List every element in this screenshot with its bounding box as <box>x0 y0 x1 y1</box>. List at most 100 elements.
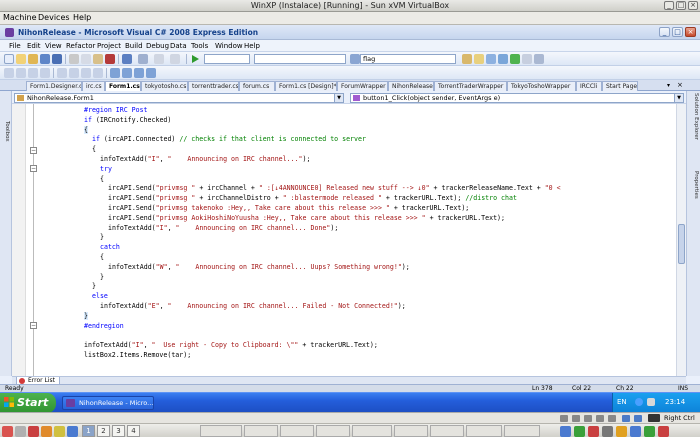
host-task-item[interactable] <box>394 425 428 437</box>
app-launcher-icon[interactable] <box>41 426 52 437</box>
language-indicator[interactable]: EN <box>617 398 627 406</box>
tray-icon[interactable] <box>602 426 613 437</box>
vs-maximize-button[interactable]: □ <box>672 27 683 37</box>
find-in-files-icon[interactable] <box>462 54 472 64</box>
host-task-item[interactable] <box>200 425 242 437</box>
app-launcher-icon[interactable] <box>28 426 39 437</box>
menu-help[interactable]: Help <box>244 42 260 50</box>
navigate-forward-icon[interactable] <box>170 54 180 64</box>
cut-icon[interactable] <box>69 54 79 64</box>
code-line[interactable]: { <box>84 125 88 135</box>
menu-data[interactable]: Data <box>170 42 187 50</box>
tray-icon[interactable] <box>588 426 599 437</box>
host-task-item[interactable] <box>244 425 278 437</box>
code-line[interactable]: { <box>100 175 104 184</box>
menu-edit[interactable]: Edit <box>27 42 41 50</box>
tray-icon[interactable] <box>644 426 655 437</box>
host-task-item[interactable] <box>352 425 392 437</box>
app-launcher-icon[interactable] <box>15 426 26 437</box>
code-line[interactable]: infoTextAdd("I", " Announcing on IRC cha… <box>100 155 310 164</box>
code-line[interactable]: catch <box>100 243 120 252</box>
navigate-backward-icon[interactable] <box>154 54 164 64</box>
uncomment-icon[interactable] <box>93 68 103 78</box>
find-icon[interactable] <box>350 54 360 64</box>
menu-debug[interactable]: Debug <box>146 42 169 50</box>
outline-collapse-icon[interactable]: − <box>30 147 37 154</box>
tray-icon[interactable] <box>574 426 585 437</box>
menu-refactor[interactable]: Refactor <box>66 42 95 50</box>
properties-tab[interactable]: Properties <box>693 171 699 199</box>
toolbox-icon[interactable] <box>510 54 520 64</box>
app-menu-icon[interactable] <box>2 426 13 437</box>
redo-icon[interactable] <box>138 54 148 64</box>
host-task-item[interactable] <box>316 425 350 437</box>
find-combo[interactable]: flag <box>360 54 456 64</box>
code-line[interactable]: ircAPI.Send("privmsg AokiHoshiNoYuusha :… <box>108 214 505 223</box>
bookmark-icon[interactable] <box>110 68 120 78</box>
vs-minimize-button[interactable]: _ <box>659 27 670 37</box>
tab-forum[interactable]: forum.cs <box>239 81 275 91</box>
start-button[interactable]: Start <box>0 393 56 413</box>
workspace-1[interactable]: 1 <box>82 425 95 437</box>
toolbox-tab[interactable]: Toolbox <box>4 121 10 142</box>
code-line[interactable]: } <box>100 273 104 282</box>
network-icon[interactable] <box>635 398 643 406</box>
increase-indent-icon[interactable] <box>69 68 79 78</box>
tab-tokyotoshowrapper[interactable]: TokyoToshoWrapper <box>507 81 576 91</box>
menu-project[interactable]: Project <box>97 42 121 50</box>
code-line[interactable]: } <box>100 233 104 242</box>
volume-icon[interactable] <box>647 398 655 406</box>
solution-explorer-icon[interactable] <box>474 54 484 64</box>
tab-tokyotosho[interactable]: tokyotosho.cs <box>141 81 188 91</box>
tab-torrenttraderwrapper[interactable]: TorrentTraderWrapper <box>434 81 507 91</box>
member-combo[interactable]: button1_Click(object sender, EventArgs e… <box>350 93 684 103</box>
properties-icon[interactable] <box>486 54 496 64</box>
menu-window[interactable]: Window <box>215 42 243 50</box>
tab-start-page[interactable]: Start Page <box>602 81 638 91</box>
start-debugging-icon[interactable] <box>192 55 199 63</box>
clear-bookmarks-icon[interactable] <box>146 68 156 78</box>
delete-icon[interactable] <box>105 54 115 64</box>
start-page-icon[interactable] <box>522 54 532 64</box>
code-line[interactable]: else <box>92 292 108 301</box>
chevron-down-icon[interactable]: ▼ <box>674 94 683 102</box>
undo-icon[interactable] <box>122 54 132 64</box>
copy-icon[interactable] <box>81 54 91 64</box>
code-line[interactable]: infoTextAdd("I", " Use right - Copy to C… <box>84 341 378 350</box>
solution-platform-combo[interactable] <box>254 54 346 64</box>
host-menu-devices[interactable]: Devices <box>38 13 70 22</box>
new-project-icon[interactable] <box>4 54 14 64</box>
class-combo[interactable]: NihonRelease.Form1 ▼ <box>14 93 344 103</box>
tray-icon[interactable] <box>560 426 571 437</box>
tab-irccli[interactable]: IRCCli <box>576 81 602 91</box>
previous-bookmark-icon[interactable] <box>122 68 132 78</box>
tab-nihonrelease[interactable]: NihonRelease <box>388 81 434 91</box>
menu-file[interactable]: File <box>9 42 21 50</box>
comment-out-icon[interactable] <box>81 68 91 78</box>
tab-form1-designer[interactable]: Form1.Designer.cs <box>26 81 82 91</box>
quick-info-icon[interactable] <box>16 68 26 78</box>
host-close-button[interactable]: × <box>688 1 698 10</box>
tray-icon[interactable] <box>630 426 641 437</box>
code-line[interactable]: #region IRC Post <box>84 106 148 115</box>
code-line[interactable]: #endregion <box>84 322 124 331</box>
editor-vertical-scrollbar[interactable] <box>676 104 686 376</box>
code-line[interactable]: { <box>100 253 104 262</box>
workspace-3[interactable]: 3 <box>112 425 125 437</box>
tray-icon[interactable] <box>616 426 627 437</box>
tab-list-dropdown-icon[interactable]: ▾ <box>667 82 670 89</box>
paste-icon[interactable] <box>93 54 103 64</box>
close-document-icon[interactable]: × <box>677 81 683 89</box>
code-line[interactable]: ircAPI.Send("privmsg " + ircChannelDistr… <box>108 194 517 203</box>
code-line[interactable]: ircAPI.Send("privmsg " + ircChannel + " … <box>108 184 561 193</box>
code-line[interactable]: if (IRCnotify.Checked) <box>84 116 171 125</box>
code-line[interactable]: try <box>100 165 112 174</box>
outline-collapse-icon[interactable]: − <box>30 165 37 172</box>
solution-explorer-tab[interactable]: Solution Explorer <box>693 93 699 140</box>
host-maximize-button[interactable]: □ <box>676 1 686 10</box>
save-icon[interactable] <box>40 54 50 64</box>
save-all-icon[interactable] <box>52 54 62 64</box>
tab-form1[interactable]: Form1.cs* <box>105 81 141 91</box>
open-file-icon[interactable] <box>28 54 38 64</box>
host-menu-machine[interactable]: Machine <box>3 13 37 22</box>
